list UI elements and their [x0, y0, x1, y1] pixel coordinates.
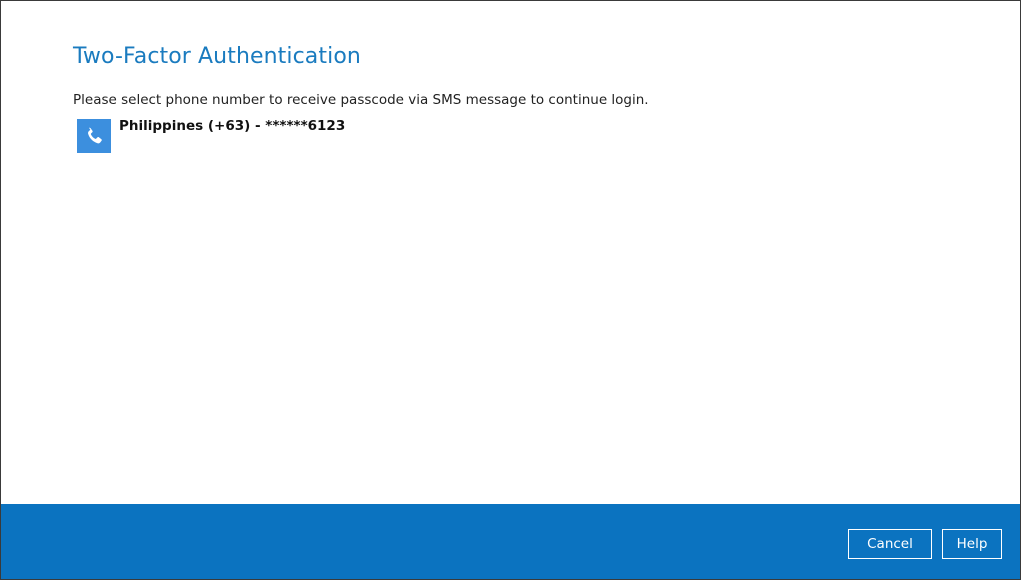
phone-option-label[interactable]: Philippines (+63) - ******6123 [119, 117, 345, 135]
phone-icon[interactable] [77, 119, 111, 153]
footer-buttons: Cancel Help [848, 529, 1002, 559]
dialog-content: Two-Factor Authentication Please select … [73, 39, 1000, 153]
two-factor-dialog: Two-Factor Authentication Please select … [0, 0, 1021, 580]
page-title: Two-Factor Authentication [73, 44, 361, 69]
instruction-text: Please select phone number to receive pa… [73, 92, 649, 108]
cancel-button[interactable]: Cancel [848, 529, 932, 559]
phone-option-item[interactable]: Philippines (+63) - ******6123 [77, 117, 345, 153]
footer-bar: Cancel Help [1, 504, 1020, 579]
help-button[interactable]: Help [942, 529, 1002, 559]
